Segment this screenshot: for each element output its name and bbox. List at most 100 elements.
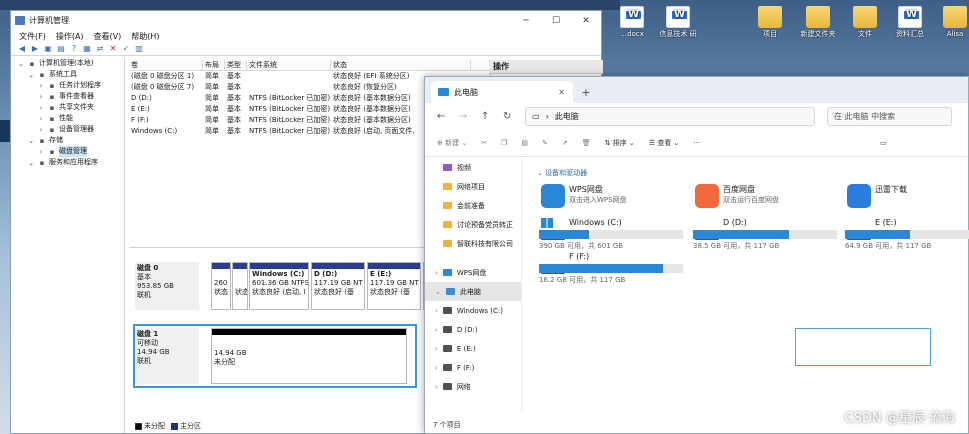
expand-chevron-icon[interactable]: ›: [37, 104, 45, 112]
forward-button[interactable]: →: [459, 111, 469, 122]
column-header[interactable]: 布局: [203, 60, 225, 70]
expand-chevron-icon[interactable]: ›: [37, 93, 45, 101]
chevron-icon[interactable]: ›: [435, 383, 438, 391]
minimize-button[interactable]: ─: [511, 16, 541, 26]
disk0-partition[interactable]: E (E:) 117.19 GB NT 状态良好 (基: [367, 262, 421, 310]
chevron-icon[interactable]: ›: [435, 269, 438, 277]
chevron-icon[interactable]: ›: [435, 364, 438, 372]
menu-item[interactable]: 查看(V): [94, 31, 122, 42]
tree-item[interactable]: ⌄ ▪ 计算机管理(本地): [13, 58, 124, 69]
up-button[interactable]: ↑: [481, 111, 491, 122]
expand-chevron-icon[interactable]: ⌄: [17, 60, 25, 68]
nav-item[interactable]: › 网络: [425, 377, 521, 396]
disk0-partition[interactable]: 260 I 状态: [211, 262, 231, 310]
column-header[interactable]: 卷: [129, 60, 203, 70]
share-icon[interactable]: ↗: [562, 139, 568, 147]
app-tile[interactable]: 百度网盘 双击运行百度网盘: [691, 180, 839, 216]
more-button[interactable]: ···: [693, 139, 700, 147]
nav-item[interactable]: › WPS网盘: [425, 263, 521, 282]
properties-icon[interactable]: ▦: [82, 44, 92, 54]
back-button[interactable]: ←: [437, 111, 447, 122]
menu-item[interactable]: 文件(F): [19, 31, 46, 42]
refresh-button[interactable]: ↻: [503, 111, 513, 122]
nav-item[interactable]: › E (E:): [425, 339, 521, 358]
desktop-icon[interactable]: 项目: [750, 6, 790, 38]
close-button[interactable]: ✕: [571, 16, 601, 26]
tab-this-pc[interactable]: 此电脑 ✕: [431, 81, 573, 103]
drive-tile[interactable]: Windows (C:) 390 GB 可用，共 601 GB: [537, 216, 685, 252]
rename-icon[interactable]: ✎: [542, 139, 548, 147]
nav-item[interactable]: ⌄ 此电脑: [425, 282, 521, 301]
tree-item[interactable]: › ▪ 设备管理器: [13, 124, 124, 135]
disk0-partition[interactable]: D (D:) 117.19 GB NT 状态良好 (基: [311, 262, 365, 310]
close-tab-icon[interactable]: ✕: [558, 88, 565, 97]
expand-chevron-icon[interactable]: ›: [37, 126, 45, 134]
drive-tile[interactable]: D (D:) 38.5 GB 可用，共 117 GB: [691, 216, 839, 252]
drive-tile[interactable]: E (E:) 64.9 GB 可用，共 117 GB: [843, 216, 969, 252]
tree-item[interactable]: ⌄ ▪ 存储: [13, 135, 124, 146]
menu-item[interactable]: 帮助(H): [131, 31, 159, 42]
expand-chevron-icon[interactable]: ›: [37, 148, 45, 156]
app-tile[interactable]: WPS网盘 双击进入WPS网盘: [537, 180, 685, 216]
drive-tile[interactable]: F (F:) 16.2 GB 可用，共 117 GB: [537, 250, 685, 286]
chevron-icon[interactable]: ⌄: [435, 288, 441, 296]
delete-icon[interactable]: ✕: [108, 44, 118, 54]
desktop-icon[interactable]: 信息技术 研究报告.docx: [658, 6, 698, 38]
address-bar[interactable]: ▭ › 此电脑: [525, 106, 815, 126]
sort-button[interactable]: ⇅ 排序 ⌄: [605, 138, 635, 148]
cut-icon[interactable]: ✂: [481, 139, 487, 147]
desktop-icon[interactable]: …docx: [612, 6, 652, 38]
back-icon[interactable]: ◀: [17, 44, 27, 54]
tree-item[interactable]: › ▪ 事件查看器: [13, 91, 124, 102]
nav-item[interactable]: 会前准备: [425, 196, 521, 215]
column-header[interactable]: 状态: [331, 60, 471, 70]
menu-item[interactable]: 操作(A): [56, 31, 84, 42]
chevron-icon[interactable]: ›: [435, 326, 438, 334]
column-header[interactable]: 文件系统: [247, 60, 331, 70]
empty-tile-focus[interactable]: [795, 328, 931, 366]
search-input[interactable]: 在 此电脑 中搜索: [827, 106, 952, 126]
tree-item[interactable]: ⌄ ▪ 服务和应用程序: [13, 157, 124, 168]
expand-chevron-icon[interactable]: ›: [37, 82, 45, 90]
new-button[interactable]: ⊕ 新建 ⌄: [437, 138, 467, 148]
details-pane-icon[interactable]: ▭: [880, 139, 887, 147]
desktop-icon[interactable]: 新建文件夹: [798, 6, 838, 38]
app-tile[interactable]: 迅雷下载: [843, 180, 969, 216]
section-header[interactable]: ⌄ 设备和驱动器: [537, 168, 587, 178]
column-header[interactable]: 类型: [225, 60, 247, 70]
nav-item[interactable]: 网络项目: [425, 177, 521, 196]
chevron-icon[interactable]: ›: [435, 307, 438, 315]
view-button[interactable]: ☰ 查看 ⌄: [649, 138, 680, 148]
desktop-icon[interactable]: Alisa: [935, 6, 969, 38]
chevron-icon[interactable]: ›: [435, 345, 438, 353]
copy-icon[interactable]: ❐: [501, 139, 507, 147]
tree-item[interactable]: ⌄ ▪ 系统工具: [13, 69, 124, 80]
expand-chevron-icon[interactable]: ⌄: [27, 71, 35, 79]
tree-item[interactable]: › ▪ 磁盘管理: [13, 146, 124, 157]
tree-item[interactable]: › ▪ 性能: [13, 113, 124, 124]
nav-item[interactable]: 智联科技有限公司: [425, 234, 521, 253]
paste-icon[interactable]: ▤: [521, 139, 528, 147]
desktop-icon[interactable]: 资料汇总 docx: [890, 6, 930, 38]
expand-chevron-icon[interactable]: ⌄: [27, 137, 35, 145]
desktop-icon[interactable]: 文件: [845, 6, 885, 38]
nav-item[interactable]: 视频: [425, 158, 521, 177]
tree-item[interactable]: › ▪ 任务计划程序: [13, 80, 124, 91]
help-icon[interactable]: ?: [69, 44, 79, 54]
show-tree-icon[interactable]: ▤: [56, 44, 66, 54]
check-icon[interactable]: ✓: [121, 44, 131, 54]
disk0-info[interactable]: 磁盘 0 基本 953.85 GB 联机: [135, 262, 199, 310]
expand-chevron-icon[interactable]: ›: [37, 115, 45, 123]
new-tab-button[interactable]: +: [577, 86, 595, 99]
maximize-button[interactable]: ☐: [541, 16, 571, 26]
nav-item[interactable]: › D (D:): [425, 320, 521, 339]
connect-icon[interactable]: ⇌: [95, 44, 105, 54]
nav-item[interactable]: 讨论预备党员转正: [425, 215, 521, 234]
disk0-partition[interactable]: 状态: [232, 262, 248, 310]
delete-icon[interactable]: 🗑: [582, 139, 591, 147]
tree-item[interactable]: › ▪ 共享文件夹: [13, 102, 124, 113]
forward-icon[interactable]: ▶: [30, 44, 40, 54]
nav-item[interactable]: › Windows (C:): [425, 301, 521, 320]
expand-chevron-icon[interactable]: ⌄: [27, 159, 35, 167]
up-folder-icon[interactable]: ▣: [43, 44, 53, 54]
